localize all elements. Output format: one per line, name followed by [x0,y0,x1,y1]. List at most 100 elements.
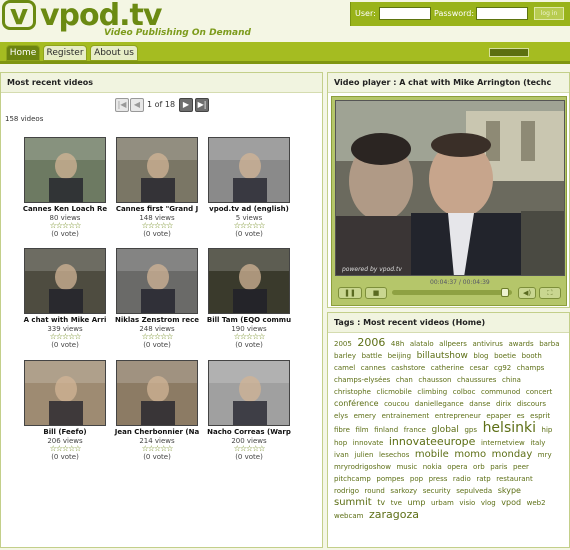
tag-link[interactable]: allpeers [439,340,467,348]
tag-link[interactable]: billautshow [417,351,468,361]
video-card[interactable]: Cannes first "Grand J 148 views ☆☆☆☆☆ (0 vo… [111,137,203,238]
tab-register[interactable]: Register [43,45,87,61]
password-input[interactable] [476,7,528,20]
tag-link[interactable]: france [404,426,426,434]
login-button[interactable]: log in [534,7,564,20]
video-frame[interactable]: powered by vpod.tv [335,100,565,276]
tag-link[interactable]: 48h [391,340,404,348]
video-thumbnail[interactable] [116,360,198,426]
video-card[interactable]: vpod.tv ad (english) 5 views ☆☆☆☆☆ (0 vote) [203,137,295,238]
tag-link[interactable]: ratp [476,475,490,483]
tag-link[interactable]: boetie [494,352,516,360]
video-title[interactable]: Bill (Feefo) [19,428,111,436]
stop-button[interactable]: ■ [365,287,387,299]
tag-link[interactable]: es [517,412,525,420]
tag-link[interactable]: cg92 [494,364,511,372]
video-thumbnail[interactable] [24,137,106,203]
tag-link[interactable]: champs-elysées [334,376,390,384]
video-card[interactable]: Jean Cherbonnier (Na 214 views ☆☆☆☆☆ (0 vot… [111,360,203,461]
tag-link[interactable]: radio [453,475,471,483]
video-thumbnail[interactable] [116,137,198,203]
tag-link[interactable]: cashstore [391,364,425,372]
tag-link[interactable]: discours [517,400,546,408]
tag-link[interactable]: finland [374,426,398,434]
rating-stars[interactable]: ☆☆☆☆☆ [111,333,203,341]
tag-link[interactable]: emery [354,412,376,420]
tag-link[interactable]: camel [334,364,355,372]
video-card[interactable]: Cannes Ken Loach Re 80 views ☆☆☆☆☆ (0 vote) [19,137,111,238]
tag-link[interactable]: chaussures [457,376,496,384]
tag-link[interactable]: daniellegance [415,400,464,408]
video-thumbnail[interactable] [24,248,106,314]
video-thumbnail[interactable] [24,360,106,426]
tag-link[interactable]: chausson [418,376,451,384]
tag-link[interactable]: hip [542,426,553,434]
rating-stars[interactable]: ☆☆☆☆☆ [203,222,295,230]
tag-link[interactable]: 2005 [334,340,352,348]
tag-link[interactable]: champs [517,364,544,372]
play-pause-button[interactable]: ❚❚ [338,287,362,299]
tag-link[interactable]: orb [473,463,485,471]
site-logo[interactable]: v vpod.tv [2,0,162,33]
prev-page-icon[interactable]: ◀ [130,98,144,112]
tag-link[interactable]: colboc [453,388,476,396]
tab-home[interactable]: Home [6,45,40,61]
rating-stars[interactable]: ☆☆☆☆☆ [111,222,203,230]
tag-link[interactable]: elys [334,412,348,420]
video-title[interactable]: Nacho Correas (Warp [203,428,295,436]
tag-link[interactable]: summit [334,497,372,508]
last-page-icon[interactable]: ▶| [195,98,209,112]
tag-link[interactable]: hop [334,439,347,447]
video-title[interactable]: Jean Cherbonnier (Na [111,428,203,436]
tag-link[interactable]: nokia [423,463,442,471]
rating-stars[interactable]: ☆☆☆☆☆ [19,222,111,230]
tag-link[interactable]: opera [447,463,467,471]
tag-link[interactable]: monday [492,449,533,460]
tag-link[interactable]: vlog [481,499,496,507]
tag-link[interactable]: film [355,426,368,434]
tag-link[interactable]: clicmobile [377,388,412,396]
tag-link[interactable]: peer [513,463,529,471]
tag-link[interactable]: urbam [431,499,454,507]
rating-stars[interactable]: ☆☆☆☆☆ [19,445,111,453]
tag-link[interactable]: mry [538,451,552,459]
tag-link[interactable]: sarkozy [390,487,417,495]
video-thumbnail[interactable] [208,137,290,203]
tag-link[interactable]: paris [490,463,507,471]
seek-handle[interactable] [500,288,509,297]
video-title[interactable]: Cannes first "Grand J [111,205,203,213]
tag-link[interactable]: mobile [415,449,449,460]
tag-link[interactable]: zaragoza [369,508,419,521]
tag-link[interactable]: sepulveda [456,487,492,495]
tag-link[interactable]: music [396,463,417,471]
tag-link[interactable]: global [431,425,458,435]
tag-link[interactable]: momo [454,449,486,460]
rating-stars[interactable]: ☆☆☆☆☆ [203,445,295,453]
tag-link[interactable]: epaper [486,412,511,420]
tag-link[interactable]: ivan [334,451,349,459]
tag-link[interactable]: beijing [388,352,411,360]
tag-link[interactable]: alatalo [410,340,434,348]
video-title[interactable]: Niklas Zenstrom rece [111,316,203,324]
tag-link[interactable]: innovateeurope [389,435,476,448]
tag-link[interactable]: blog [473,352,488,360]
tag-link[interactable]: pompes [376,475,404,483]
tag-link[interactable]: press [429,475,448,483]
username-input[interactable] [379,7,431,20]
tag-link[interactable]: climbing [417,388,447,396]
video-title[interactable]: Bill Tam (EQO commu [203,316,295,324]
tag-link[interactable]: awards [508,340,533,348]
tag-link[interactable]: fibre [334,426,350,434]
tag-link[interactable]: helsinki [483,420,536,436]
tag-link[interactable]: china [502,376,521,384]
tag-link[interactable]: restaurant [496,475,533,483]
first-page-icon[interactable]: |◀ [115,98,129,112]
video-card[interactable]: Bill Tam (EQO commu 190 views ☆☆☆☆☆ (0 vote… [203,248,295,349]
tag-link[interactable]: antivirus [472,340,502,348]
rating-stars[interactable]: ☆☆☆☆☆ [19,333,111,341]
tag-link[interactable]: esprit [530,412,550,420]
video-title[interactable]: vpod.tv ad (english) [203,205,295,213]
tag-link[interactable]: barley [334,352,356,360]
tag-link[interactable]: round [365,487,385,495]
tag-link[interactable]: entrainement [382,412,430,420]
